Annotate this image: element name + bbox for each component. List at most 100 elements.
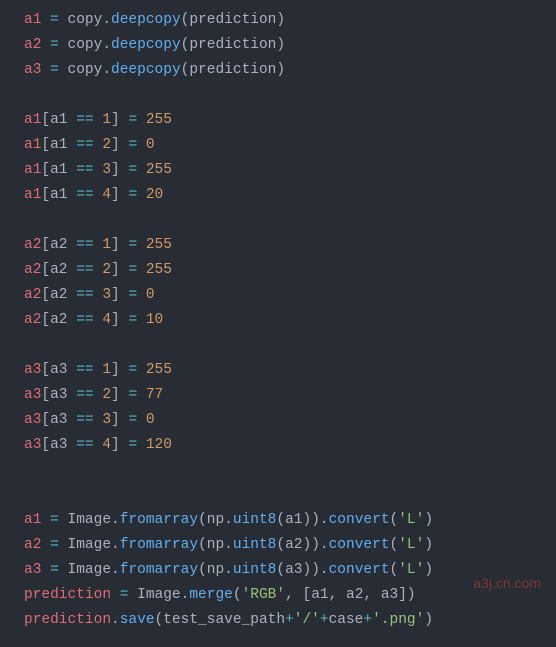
token-num: 77 (146, 387, 163, 403)
code-line[interactable]: a1[a1 == 4] = 20 (24, 183, 556, 208)
token-op: = (128, 312, 145, 328)
token-punct: ( (198, 512, 207, 528)
token-num: 255 (146, 162, 172, 178)
token-func: fromarray (120, 537, 198, 553)
token-plain: Image (137, 587, 181, 603)
token-op: == (76, 312, 102, 328)
code-line[interactable]: a2[a2 == 1] = 255 (24, 233, 556, 258)
token-punct: ) (276, 62, 285, 78)
token-punct: ] (111, 437, 128, 453)
token-punct: [ (41, 312, 50, 328)
code-line[interactable]: a1[a1 == 2] = 0 (24, 133, 556, 158)
token-op: == (76, 162, 102, 178)
code-line[interactable]: a3 = copy.deepcopy(prediction) (24, 58, 556, 83)
token-punct: ] (111, 262, 128, 278)
code-line[interactable]: a3[a3 == 1] = 255 (24, 358, 556, 383)
token-var: a2 (24, 262, 41, 278)
code-line[interactable] (24, 83, 556, 108)
token-punct: [ (41, 137, 50, 153)
token-punct: . (102, 12, 111, 28)
token-str: 'RGB' (242, 587, 286, 603)
code-line[interactable]: a2[a2 == 4] = 10 (24, 308, 556, 333)
token-punct: . (111, 612, 120, 628)
token-op: = (128, 287, 145, 303)
code-line[interactable]: prediction = Image.merge('RGB', [a1, a2,… (24, 583, 556, 608)
token-punct: ( (233, 587, 242, 603)
code-line[interactable]: a2 = Image.fromarray(np.uint8(a2)).conve… (24, 533, 556, 558)
token-punct: ] (111, 112, 128, 128)
code-line[interactable] (24, 483, 556, 508)
code-line[interactable]: a2[a2 == 3] = 0 (24, 283, 556, 308)
token-str: 'L' (398, 562, 424, 578)
token-num: 2 (102, 262, 111, 278)
token-punct: ) (424, 537, 433, 553)
code-line[interactable] (24, 458, 556, 483)
token-num: 255 (146, 237, 172, 253)
token-str: '/' (294, 612, 320, 628)
token-op: = (128, 387, 145, 403)
token-op: = (50, 537, 67, 553)
token-op: = (128, 362, 145, 378)
token-punct: [ (41, 387, 50, 403)
token-op: = (128, 112, 145, 128)
token-op: == (76, 237, 102, 253)
token-num: 255 (146, 112, 172, 128)
token-func: convert (329, 537, 390, 553)
token-num: 3 (102, 412, 111, 428)
token-op: + (363, 612, 372, 628)
token-plain: a3 (50, 412, 76, 428)
token-plain (24, 212, 33, 228)
code-line[interactable]: prediction.save(test_save_path+'/'+case+… (24, 608, 556, 633)
token-plain: copy (68, 62, 103, 78)
token-op: = (50, 62, 67, 78)
code-line[interactable] (24, 208, 556, 233)
code-line[interactable]: a1[a1 == 3] = 255 (24, 158, 556, 183)
token-op: = (120, 587, 137, 603)
token-punct: )) (303, 562, 320, 578)
code-editor[interactable]: a1 = copy.deepcopy(prediction)a2 = copy.… (0, 0, 556, 641)
token-var: a1 (24, 512, 50, 528)
token-num: 1 (102, 112, 111, 128)
token-var: a3 (24, 437, 41, 453)
token-punct: ] (111, 137, 128, 153)
token-plain: Image (68, 512, 112, 528)
code-line[interactable]: a3[a3 == 3] = 0 (24, 408, 556, 433)
token-op: = (128, 137, 145, 153)
token-punct: [ (41, 362, 50, 378)
code-line[interactable] (24, 333, 556, 358)
token-op: + (320, 612, 329, 628)
token-num: 255 (146, 362, 172, 378)
code-line[interactable]: a3 = Image.fromarray(np.uint8(a3)).conve… (24, 558, 556, 583)
token-plain: a3 (381, 587, 398, 603)
token-str: 'L' (398, 537, 424, 553)
token-func: deepcopy (111, 12, 181, 28)
code-line[interactable]: a3[a3 == 2] = 77 (24, 383, 556, 408)
token-plain: a1 (50, 137, 76, 153)
token-plain: a1 (50, 187, 76, 203)
token-plain: a3 (50, 437, 76, 453)
token-plain: prediction (189, 37, 276, 53)
code-line[interactable]: a1 = copy.deepcopy(prediction) (24, 8, 556, 33)
code-line[interactable]: a1 = Image.fromarray(np.uint8(a1)).conve… (24, 508, 556, 533)
token-var: a2 (24, 237, 41, 253)
token-plain: np (207, 512, 224, 528)
token-plain: a2 (285, 537, 302, 553)
token-punct: . (320, 537, 329, 553)
code-line[interactable]: a2 = copy.deepcopy(prediction) (24, 33, 556, 58)
token-var: a3 (24, 412, 41, 428)
token-op: = (50, 512, 67, 528)
token-op: = (50, 37, 67, 53)
code-line[interactable]: a3[a3 == 4] = 120 (24, 433, 556, 458)
token-punct: ( (276, 512, 285, 528)
token-var: a1 (24, 187, 41, 203)
token-punct: ]) (398, 587, 415, 603)
token-plain (24, 87, 33, 103)
token-punct: . (102, 62, 111, 78)
token-punct: ( (155, 612, 164, 628)
token-num: 4 (102, 437, 111, 453)
token-punct: . (320, 562, 329, 578)
code-line[interactable]: a1[a1 == 1] = 255 (24, 108, 556, 133)
code-line[interactable]: a2[a2 == 2] = 255 (24, 258, 556, 283)
token-punct: ( (390, 562, 399, 578)
token-punct: ] (111, 387, 128, 403)
